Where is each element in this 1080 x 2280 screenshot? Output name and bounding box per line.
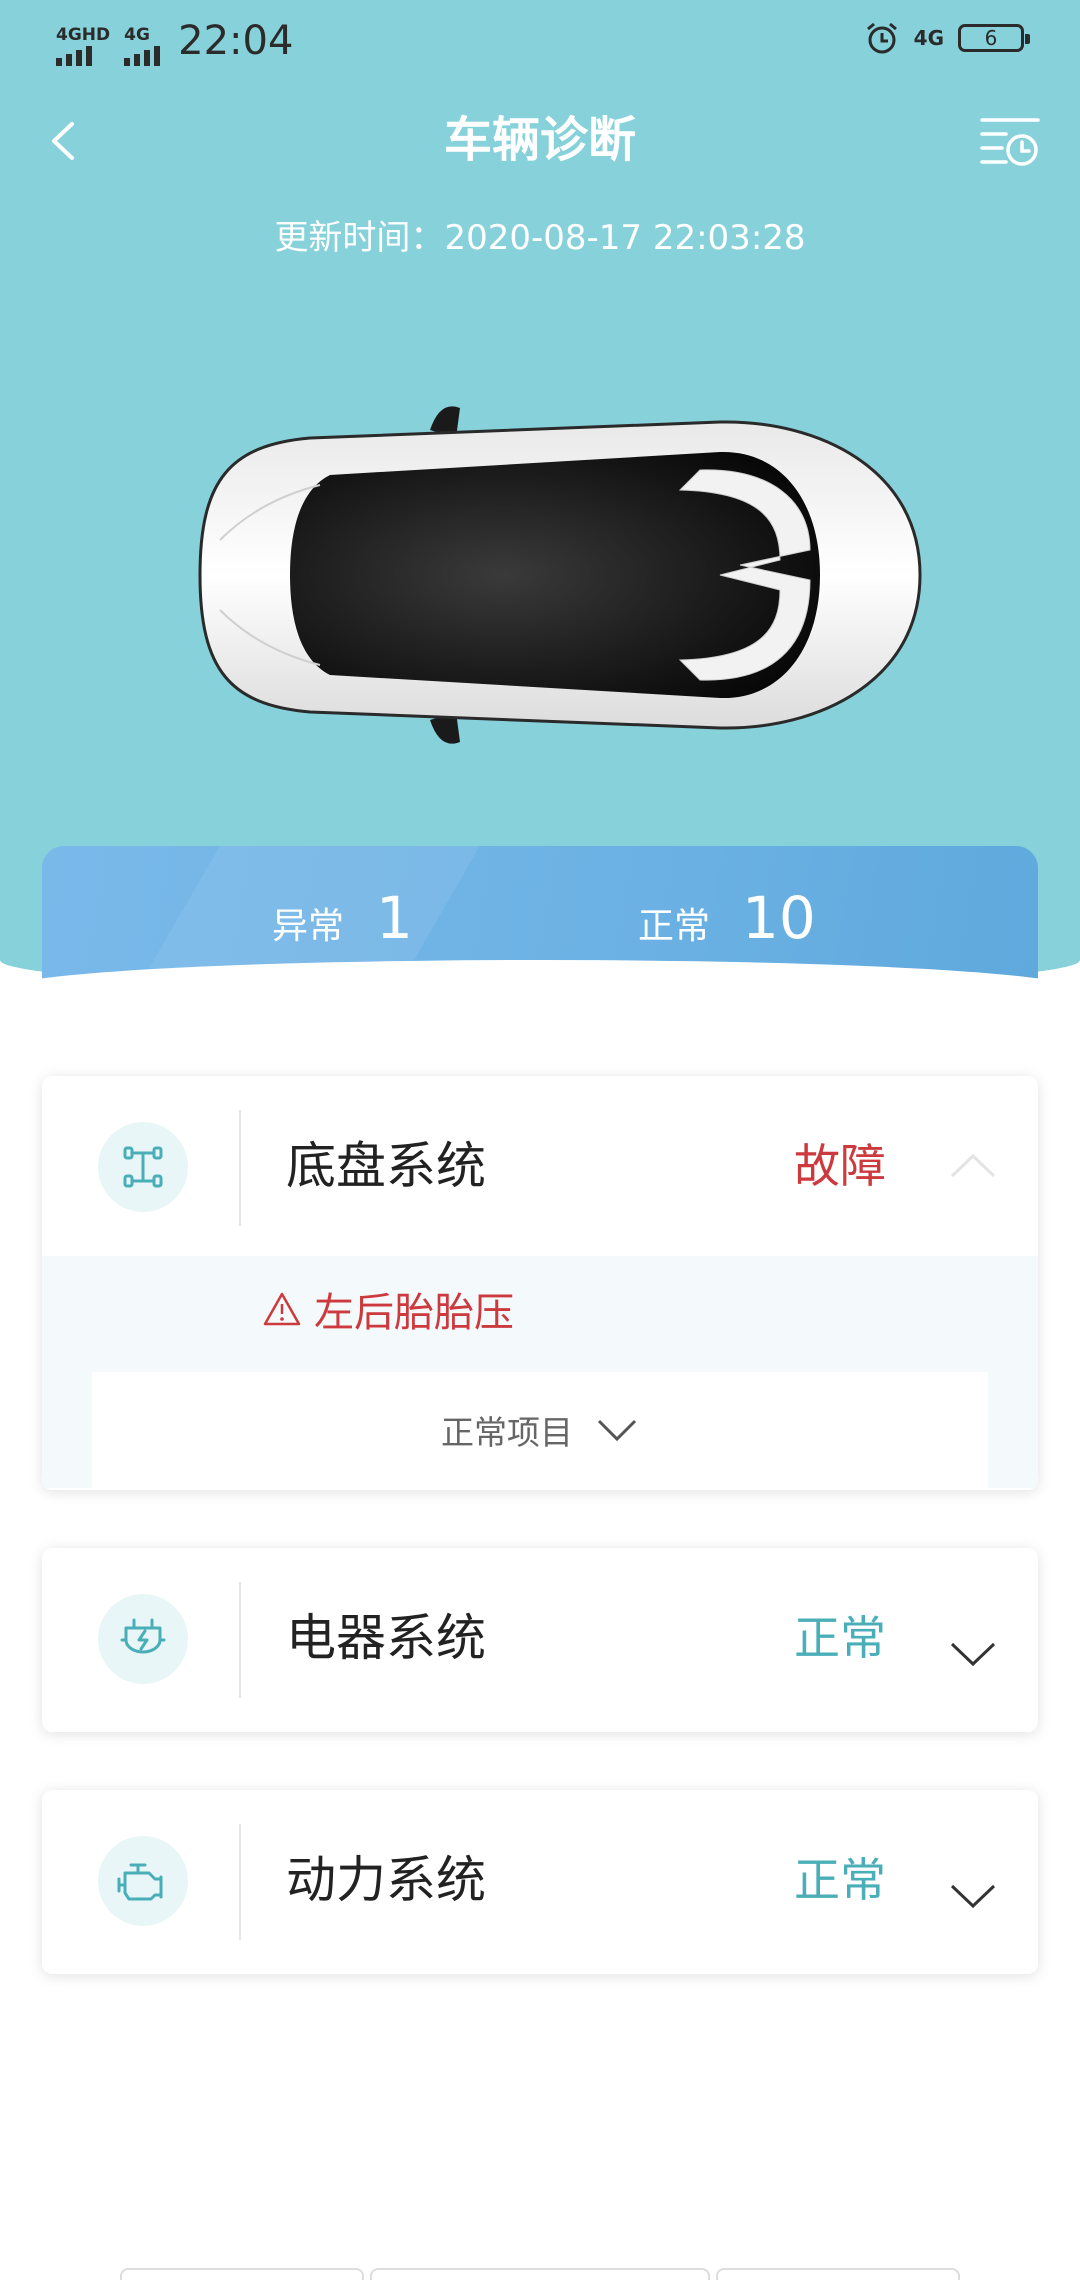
chevron-down-icon[interactable]: [948, 1634, 998, 1674]
abnormal-summary: 异常 1: [272, 884, 413, 952]
warning-triangle-icon: [263, 1292, 301, 1326]
normal-count: 10: [742, 884, 816, 952]
chassis-icon: [98, 1122, 188, 1212]
fault-details: 左后胎胎压 正常项目: [42, 1256, 1038, 1488]
chevron-down-icon[interactable]: [948, 1876, 998, 1916]
abnormal-count: 1: [376, 884, 413, 952]
system-name: 动力系统: [286, 1851, 486, 1909]
normal-items-toggle[interactable]: 正常项目: [92, 1372, 988, 1488]
header-divider: [239, 1582, 241, 1698]
electrical-plug-icon: [98, 1594, 188, 1684]
battery-icon: 6: [958, 24, 1030, 52]
vehicle-diagnosis-screen: 4GHD 4G 22:04 4G 6 车辆诊断 更新时间：2020-08-17 …: [0, 0, 1080, 2280]
system-card-header[interactable]: 底盘系统 故障: [42, 1076, 1038, 1256]
signal-4ghd: 4GHD: [56, 26, 110, 66]
history-list-icon[interactable]: [980, 114, 1040, 168]
signal-bars-icon: [56, 44, 92, 66]
fault-item[interactable]: 左后胎胎压: [262, 1280, 514, 1338]
system-card-powertrain[interactable]: 动力系统 正常: [42, 1790, 1038, 1974]
content-background: [0, 960, 1080, 1060]
car-top-view-image: [198, 406, 922, 744]
nav-bar: 车辆诊断: [0, 96, 1080, 186]
system-status-normal: 正常: [794, 1611, 886, 1665]
network-type-label: 4G: [124, 25, 150, 45]
normal-label: 正常: [638, 906, 711, 947]
signal-4g: 4G: [124, 25, 161, 66]
battery-level: 6: [984, 26, 998, 50]
abnormal-label: 异常: [272, 906, 345, 947]
system-card-header[interactable]: 电器系统 正常: [42, 1548, 1038, 1728]
system-status-fault: 故障: [794, 1139, 886, 1193]
system-card-header[interactable]: 动力系统 正常: [42, 1790, 1038, 1970]
fault-item-label: 左后胎胎压: [314, 1290, 514, 1336]
system-status-normal: 正常: [794, 1853, 886, 1907]
update-time: 更新时间：2020-08-17 22:03:28: [274, 218, 806, 258]
network-type-label: 4GHD: [56, 25, 111, 45]
system-name: 电器系统: [286, 1609, 486, 1667]
network-right-label: 4G: [913, 26, 944, 50]
header-divider: [239, 1824, 241, 1940]
system-name: 底盘系统: [286, 1137, 486, 1195]
chevron-down-icon: [597, 1419, 637, 1442]
normal-summary: 正常 10: [638, 884, 816, 952]
signal-bars-icon: [124, 44, 161, 66]
normal-items-label: 正常项目: [441, 1413, 573, 1452]
system-card-chassis: 底盘系统 故障 左后胎胎压 正常项目: [42, 1076, 1038, 1490]
status-bar: 4GHD 4G 22:04 4G 6: [0, 0, 1080, 86]
page-title: 车辆诊断: [443, 112, 636, 168]
header-divider: [239, 1110, 241, 1226]
system-card-electrical[interactable]: 电器系统 正常: [42, 1548, 1038, 1732]
engine-icon: [98, 1836, 188, 1926]
status-time: 22:04: [178, 18, 294, 64]
alarm-clock-icon: [866, 22, 897, 54]
bottom-tab-outlines: [120, 2268, 960, 2280]
chevron-up-icon[interactable]: [948, 1146, 998, 1186]
